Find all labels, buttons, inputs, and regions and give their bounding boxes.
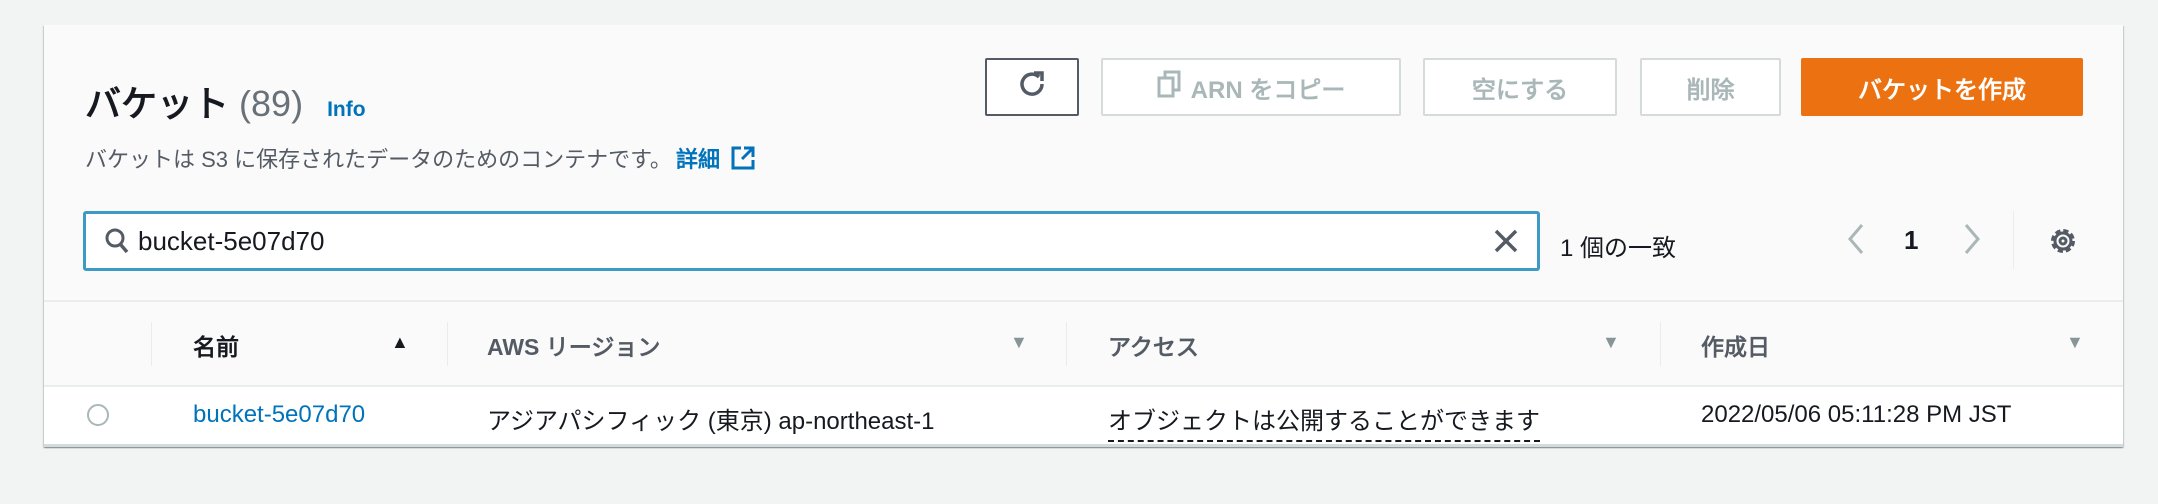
column-divider bbox=[447, 322, 448, 366]
delete-button[interactable]: 削除 bbox=[1640, 58, 1781, 116]
clear-icon[interactable] bbox=[1493, 228, 1519, 254]
search-icon bbox=[104, 227, 130, 255]
empty-label: 空にする bbox=[1471, 76, 1569, 104]
details-link[interactable]: 詳細 bbox=[676, 142, 720, 174]
column-header-created[interactable]: 作成日 bbox=[1701, 328, 1770, 362]
column-divider bbox=[1660, 322, 1661, 366]
column-header-name[interactable]: 名前 bbox=[193, 328, 239, 362]
bucket-created: 2022/05/06 05:11:28 PM JST bbox=[1701, 401, 2012, 428]
search-input[interactable] bbox=[130, 225, 1493, 257]
description: バケットは S3 に保存されたデータのためのコンテナです。 詳細 bbox=[85, 142, 756, 174]
refresh-icon bbox=[1017, 69, 1047, 106]
table-row[interactable]: bucket-5e07d70 アジアパシフィック (東京) ap-northea… bbox=[44, 387, 2123, 447]
column-header-access[interactable]: アクセス bbox=[1108, 328, 1199, 362]
copy-arn-label: ARN をコピー bbox=[1190, 76, 1346, 104]
pager-divider bbox=[2013, 211, 2014, 269]
refresh-button[interactable] bbox=[985, 58, 1079, 116]
create-bucket-button[interactable]: バケットを作成 bbox=[1801, 58, 2083, 116]
external-link-icon[interactable] bbox=[730, 145, 756, 171]
table-header: 名前 ▲ AWS リージョン ▼ アクセス ▼ 作成日 ▼ bbox=[44, 300, 2123, 387]
column-divider bbox=[1066, 322, 1067, 366]
sort-icon[interactable]: ▼ bbox=[1602, 332, 1620, 353]
next-page-icon[interactable] bbox=[1962, 223, 1982, 262]
sort-icon[interactable]: ▼ bbox=[1010, 332, 1028, 353]
bucket-count: (89) bbox=[239, 83, 304, 124]
previous-page-icon[interactable] bbox=[1846, 223, 1866, 262]
buckets-panel: バケット (89) Info バケットは S3 に保存されたデータのためのコンテ… bbox=[44, 25, 2123, 447]
description-text: バケットは S3 に保存されたデータのためのコンテナです。 bbox=[85, 147, 672, 172]
delete-label: 削除 bbox=[1686, 76, 1735, 104]
copy-icon bbox=[1157, 70, 1181, 105]
bucket-name-link[interactable]: bucket-5e07d70 bbox=[193, 401, 365, 429]
info-link[interactable]: Info bbox=[327, 98, 365, 121]
empty-button[interactable]: 空にする bbox=[1423, 58, 1617, 116]
title-text: バケット bbox=[85, 83, 230, 124]
column-divider bbox=[151, 322, 152, 366]
create-bucket-label: バケットを作成 bbox=[1858, 76, 2026, 104]
search-field[interactable] bbox=[83, 211, 1540, 271]
settings-gear-icon[interactable] bbox=[2047, 225, 2079, 262]
sort-icon[interactable]: ▼ bbox=[2066, 332, 2084, 353]
match-count: 1 個の一致 bbox=[1560, 235, 1677, 262]
bucket-region: アジアパシフィック (東京) ap-northeast-1 bbox=[487, 408, 935, 435]
bucket-access[interactable]: オブジェクトは公開することができます bbox=[1108, 401, 1540, 442]
page-title: バケット (89) Info bbox=[85, 75, 366, 127]
copy-arn-button[interactable]: ARN をコピー bbox=[1101, 58, 1401, 116]
sort-ascending-icon[interactable]: ▲ bbox=[391, 332, 409, 353]
column-header-region[interactable]: AWS リージョン bbox=[487, 328, 660, 362]
current-page[interactable]: 1 bbox=[1904, 225, 1918, 256]
row-select-radio[interactable] bbox=[87, 404, 109, 426]
